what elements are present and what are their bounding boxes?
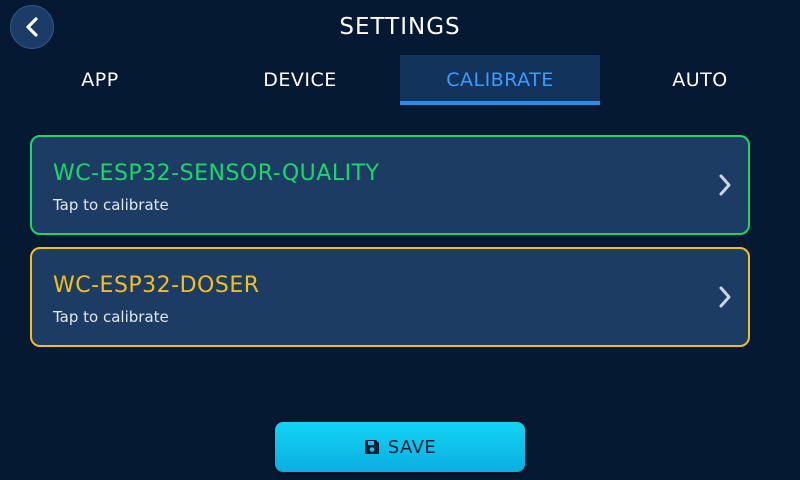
page-title: SETTINGS	[339, 14, 461, 40]
floppy-disk-icon	[364, 439, 380, 455]
save-label: SAVE	[387, 436, 437, 458]
device-card-doser[interactable]: WC-ESP32-DOSER Tap to calibrate	[30, 247, 750, 347]
device-name: WC-ESP32-DOSER	[53, 273, 260, 298]
save-button[interactable]: SAVE	[275, 422, 525, 472]
device-name: WC-ESP32-SENSOR-QUALITY	[53, 161, 380, 186]
device-card-sensor-quality[interactable]: WC-ESP32-SENSOR-QUALITY Tap to calibrate	[30, 135, 750, 235]
tab-app[interactable]: APP	[0, 55, 200, 105]
device-subtitle: Tap to calibrate	[53, 308, 169, 326]
tab-device[interactable]: DEVICE	[200, 55, 400, 105]
device-subtitle: Tap to calibrate	[53, 196, 169, 214]
chevron-right-icon	[716, 172, 734, 198]
tab-auto[interactable]: AUTO	[600, 55, 800, 105]
tab-calibrate[interactable]: CALIBRATE	[400, 55, 600, 105]
tab-bar: APP DEVICE CALIBRATE AUTO	[0, 55, 800, 105]
chevron-right-icon	[716, 284, 734, 310]
